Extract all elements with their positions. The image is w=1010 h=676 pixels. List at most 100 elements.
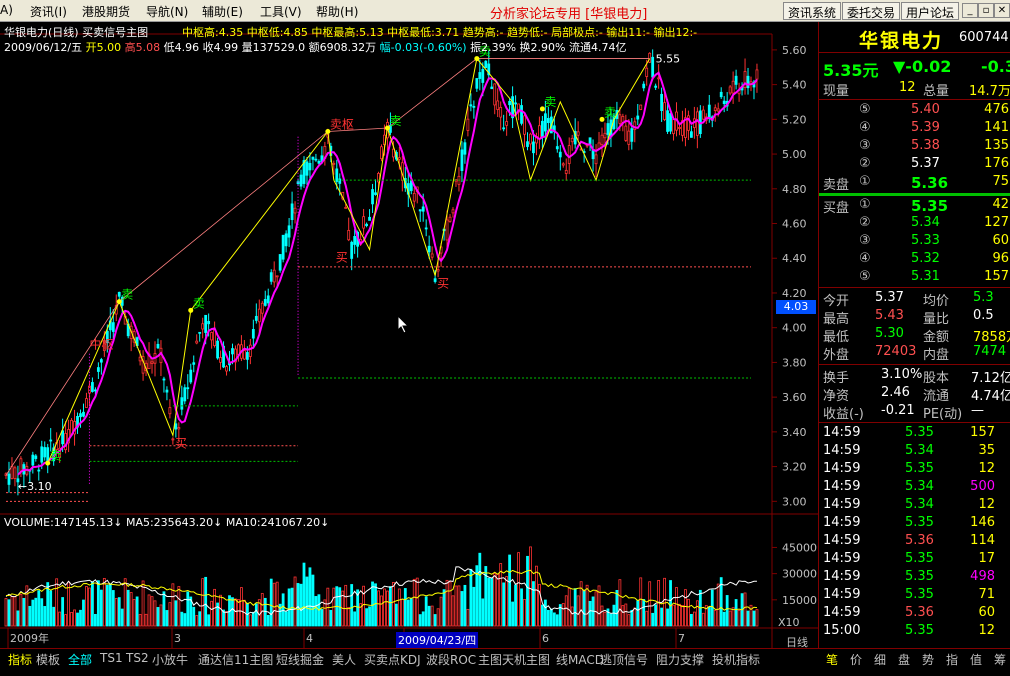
candle-body	[695, 111, 699, 136]
candle-body	[245, 352, 249, 360]
bid-volume: 42	[992, 197, 1009, 212]
menu-item-nav[interactable]: 导航(N)	[146, 3, 188, 20]
volume-bar	[237, 599, 240, 627]
indicator-tab[interactable]: TS1	[100, 651, 123, 665]
stat-value-2: 7.12亿	[971, 371, 1010, 386]
menu-item-hk-futures[interactable]: 港股期货	[82, 3, 130, 20]
volume-bar	[755, 609, 759, 627]
menu-item-assist[interactable]: 辅助(E)	[202, 3, 243, 20]
indicator-tab[interactable]: 线MACD	[556, 651, 604, 668]
minimize-icon[interactable]: _	[962, 3, 978, 18]
candle-body	[99, 359, 103, 363]
quote-tab[interactable]: 筹	[994, 651, 1006, 668]
volume-bar	[132, 599, 136, 627]
candle-body	[210, 332, 214, 341]
quote-tab[interactable]: 值	[970, 651, 982, 668]
volume-bar	[272, 582, 276, 627]
close-icon[interactable]: ✕	[994, 3, 1010, 18]
volume-bar	[40, 598, 44, 627]
menu-item-info[interactable]: 资讯(I)	[30, 3, 67, 20]
volume-bar	[314, 596, 318, 627]
indicator-tab[interactable]: 波段ROC	[426, 651, 476, 668]
volume-bar	[159, 604, 163, 627]
stat-label-2: 量比	[923, 312, 950, 327]
volume-bar	[82, 599, 85, 627]
volume-bar	[31, 599, 35, 627]
indicator-tab[interactable]: 投机指标	[712, 651, 760, 668]
restore-icon[interactable]: ▫	[978, 3, 994, 18]
candle-body	[466, 118, 470, 131]
price-low: 低4.96	[163, 41, 200, 54]
candle-body	[117, 291, 121, 297]
bid-volume: 96	[992, 251, 1009, 266]
indicator-tab[interactable]: 通达信11主图	[198, 651, 273, 668]
indicator-tab[interactable]: 买卖点KDJ	[364, 651, 421, 668]
tick-time: 14:59	[823, 479, 861, 494]
indicator-tab[interactable]: 指标	[8, 651, 32, 668]
forum-button[interactable]: 用户论坛	[901, 2, 960, 20]
volume-bar	[144, 613, 148, 627]
candle-body	[347, 229, 351, 241]
quote-tab[interactable]: 价	[850, 651, 862, 668]
menu-item-help[interactable]: 帮助(H)	[316, 3, 358, 20]
quote-tab[interactable]: 势	[922, 651, 934, 668]
indicator-tab[interactable]: 美人	[332, 651, 356, 668]
candle-body	[651, 56, 655, 78]
price-date: 2009/06/12/五	[4, 41, 83, 54]
menu-item-tools[interactable]: 工具(V)	[260, 3, 302, 20]
volume-bar	[651, 612, 655, 627]
volume-bar	[150, 596, 154, 627]
volume-bar	[88, 587, 91, 627]
candle-body	[707, 104, 711, 118]
indicator-tab[interactable]: TS2	[126, 651, 149, 665]
indicator-tab-bar: 指标 模板 全部 TS1 TS2 小放牛 通达信11主图 短线掘金 美人 买卖点KDJ 波段ROC 主…	[0, 648, 818, 676]
kline-chart-area[interactable]: 5.60 5.40 5.20 5.00 4.80 4.60 4.40 4.20 4.00 3.80…	[0, 22, 818, 649]
menu-item-a[interactable]: A)	[0, 3, 13, 17]
volume-bar	[424, 596, 428, 627]
volume-bar	[737, 610, 741, 627]
candle-body	[168, 407, 172, 415]
indicator-tab[interactable]: 阻力支撑	[656, 651, 704, 668]
volume-bar	[406, 599, 410, 627]
volume-bar	[561, 603, 565, 627]
quote-tab[interactable]: 细	[874, 651, 886, 668]
volume-bar	[448, 581, 452, 627]
candle-body	[293, 207, 297, 214]
indicator-tab[interactable]: 主图天机主图	[478, 651, 550, 668]
indicator-tab[interactable]: 全部	[68, 651, 92, 668]
stat-row: 今开 5.37 均价 5.3	[819, 290, 1010, 309]
quote-tab[interactable]: 笔	[826, 651, 838, 668]
tick-volume: 71	[978, 587, 995, 602]
volume-bar	[195, 615, 199, 627]
indicator-tab[interactable]: 逃顶信号	[600, 651, 648, 668]
info-system-button[interactable]: 资讯系统	[783, 2, 842, 20]
volume-bar	[79, 609, 82, 627]
ask-row: ③ 5.38 135	[819, 138, 1010, 156]
candle-body	[335, 168, 339, 182]
volume-bar	[225, 611, 228, 627]
tick-time: 14:59	[823, 605, 861, 620]
stat-value: 72403	[875, 344, 917, 359]
volume-bar	[350, 584, 354, 627]
volume-bar	[397, 588, 401, 627]
volume-bar	[16, 610, 20, 627]
candle-body	[666, 110, 669, 132]
candle-body	[263, 299, 267, 306]
indicator-tab[interactable]: 小放牛	[152, 651, 188, 668]
sell-signal: 卖	[121, 288, 133, 302]
stat-label-2: 均价	[923, 294, 950, 309]
price-volume: 量137529.0	[241, 41, 306, 54]
quote-tab[interactable]: 盘	[898, 651, 910, 668]
tick-time: 14:59	[823, 425, 861, 440]
volume-bar	[251, 611, 255, 627]
candle-body	[561, 163, 565, 166]
volume-bar	[672, 604, 675, 627]
indicator-tab[interactable]: 模板	[36, 651, 60, 668]
quote-tab[interactable]: 指	[946, 651, 958, 668]
kline-chart[interactable]: 5.60 5.40 5.20 5.00 4.80 4.60 4.40 4.20 4.00 3.80…	[0, 22, 818, 648]
candle-body	[755, 69, 759, 80]
trade-button[interactable]: 委托交易	[842, 2, 901, 20]
indicator-tab[interactable]: 短线掘金	[276, 651, 324, 668]
stat-value: 3.10%	[881, 367, 923, 382]
center-label: 中枢	[89, 337, 113, 352]
